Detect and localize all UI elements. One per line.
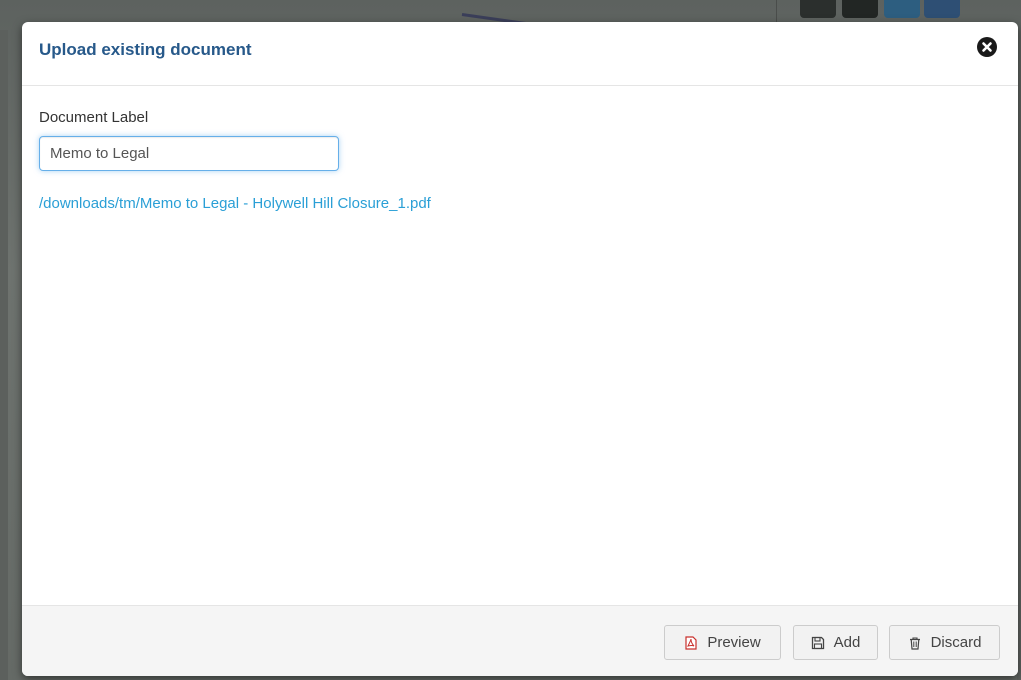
discard-button-label: Discard (930, 634, 982, 651)
close-icon[interactable] (977, 37, 997, 57)
background-toolbar-button (800, 0, 836, 18)
background-toolbar-button (884, 0, 920, 18)
add-button-label: Add (833, 634, 861, 651)
trash-icon (908, 636, 922, 650)
dialog-footer: Preview Add Discard (22, 605, 1018, 676)
dialog-title: Upload existing document (39, 40, 252, 59)
dialog-body: Document Label /downloads/tm/Memo to Leg… (22, 86, 1018, 605)
floppy-disk-icon (811, 636, 825, 650)
document-label-input[interactable] (39, 136, 339, 171)
preview-button[interactable]: Preview (664, 625, 781, 660)
background-toolbar-button (924, 0, 960, 18)
file-path-link[interactable]: /downloads/tm/Memo to Legal - Holywell H… (39, 195, 431, 212)
pdf-file-icon (684, 635, 698, 650)
dialog-header: Upload existing document (22, 22, 1018, 86)
discard-button[interactable]: Discard (889, 625, 1000, 660)
add-button[interactable]: Add (793, 625, 878, 660)
document-label-caption: Document Label (39, 109, 149, 126)
preview-button-label: Preview (707, 634, 761, 651)
background-panel (0, 30, 8, 680)
background-toolbar-button (842, 0, 878, 18)
upload-document-dialog: Upload existing document Document Label … (22, 22, 1018, 676)
